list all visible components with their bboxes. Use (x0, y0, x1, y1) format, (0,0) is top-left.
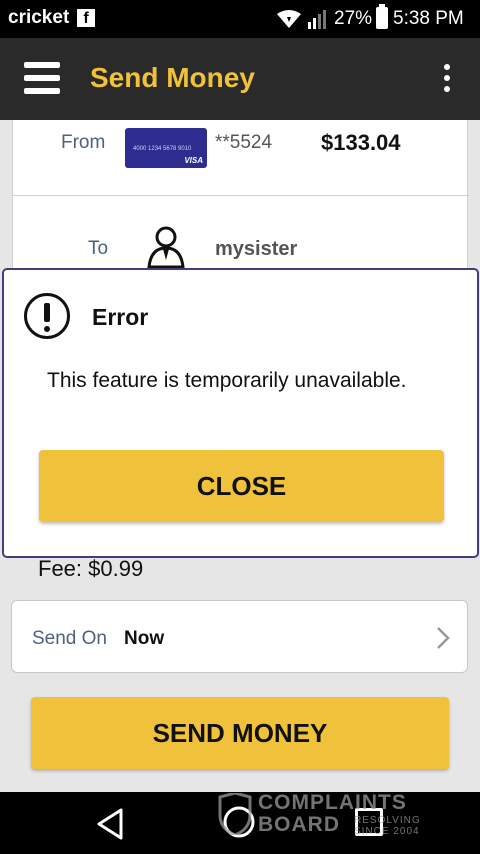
card-balance: $133.04 (321, 130, 401, 155)
chevron-right-icon (437, 627, 450, 649)
wifi-icon (277, 10, 301, 28)
signal-icon (308, 10, 326, 29)
card-thumb-number: 4000 1234 5678 9010 (133, 146, 192, 152)
recipient-name: mysister (215, 238, 298, 260)
divider (13, 195, 469, 196)
facebook-icon: f (77, 9, 95, 27)
from-label: From (61, 132, 106, 153)
transfer-summary-card: From 4000 1234 5678 9010 VISA **5524 $13… (12, 120, 469, 290)
close-button[interactable]: CLOSE (39, 450, 444, 522)
page-title: Send Money (90, 62, 255, 93)
battery-charging-icon (376, 4, 388, 29)
error-alert-icon (24, 293, 70, 339)
status-bar: cricket f 27% 5:38 PM (0, 0, 480, 38)
more-vert-icon[interactable] (440, 64, 454, 94)
clock: 5:38 PM (393, 8, 464, 29)
watermark: COMPLAINTS BOARD RESOLVING SINCE 2004 (218, 789, 450, 839)
person-icon (147, 226, 185, 268)
send-on-label: Send On (32, 628, 107, 649)
watermark-line1: COMPLAINTS (258, 791, 407, 814)
shield-logo-icon (218, 793, 252, 835)
error-dialog: Error This feature is temporarily unavai… (2, 268, 479, 558)
carrier-name: cricket (8, 7, 70, 28)
dialog-title: Error (92, 304, 149, 330)
card-brand-logo: VISA (184, 156, 203, 165)
dialog-message: This feature is temporarily unavailable. (47, 369, 407, 392)
back-icon[interactable] (95, 807, 125, 841)
hamburger-menu-icon[interactable] (24, 62, 60, 94)
to-label: To (88, 238, 109, 259)
send-on-value: Now (124, 628, 165, 649)
card-thumbnail: 4000 1234 5678 9010 VISA (125, 128, 207, 168)
send-on-selector[interactable]: Send On Now (11, 600, 468, 673)
fee-text: Fee: $0.99 (38, 556, 144, 581)
card-masked-number: **5524 (215, 132, 273, 153)
send-money-button[interactable]: SEND MONEY (31, 697, 449, 769)
battery-percent: 27% (334, 8, 373, 29)
watermark-line2: BOARD (258, 813, 340, 836)
app-header: Send Money (0, 38, 480, 120)
watermark-tagline: RESOLVING SINCE 2004 (354, 815, 421, 837)
